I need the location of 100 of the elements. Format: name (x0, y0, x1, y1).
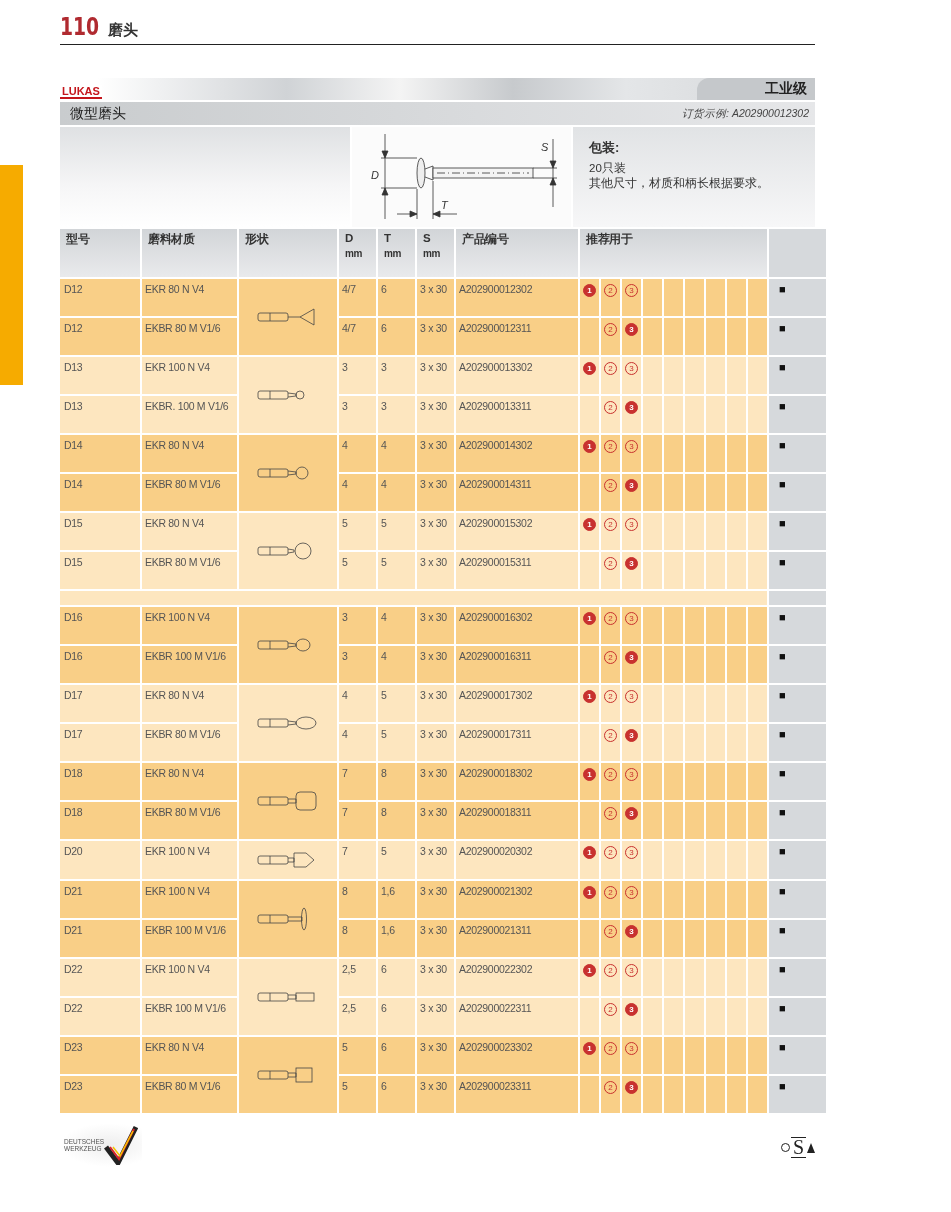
table-cell: EKR 100 N V4 (142, 881, 237, 918)
table-cell: A202900018311 (456, 802, 578, 839)
table-cell (727, 435, 746, 472)
table-cell (706, 841, 725, 879)
table-cell: EKBR 80 M V1/6 (142, 724, 237, 761)
table-cell (643, 1037, 662, 1074)
table-cell: D22 (60, 998, 140, 1035)
rating-mark: 3 (625, 479, 638, 492)
table-cell: A202900018302 (456, 763, 578, 800)
table-cell (685, 435, 704, 472)
table-cell (685, 552, 704, 589)
table-cell (727, 474, 746, 511)
table-cell: EKBR 80 M V1/6 (142, 552, 237, 589)
table-cell: EKR 80 N V4 (142, 1037, 237, 1074)
table-cell (748, 685, 768, 722)
table-cell: ■ (769, 841, 827, 879)
table-cell (664, 841, 683, 879)
table-cell (748, 279, 768, 316)
table-cell: EKBR 100 M V1/6 (142, 646, 237, 683)
table-cell: A202900017302 (456, 685, 578, 722)
brand-logo: LUKAS (60, 85, 102, 99)
dimension-label: S (540, 141, 548, 153)
table-cell (664, 998, 683, 1035)
table-cell: 3 x 30 (417, 435, 454, 472)
column-header: T (384, 232, 392, 244)
table-cell: ■ (769, 552, 827, 589)
table-cell: 3 (339, 396, 376, 433)
table-cell (685, 881, 704, 918)
table-cell (706, 318, 725, 355)
table-cell: D22 (60, 959, 140, 996)
table-cell (727, 279, 746, 316)
table-cell: 4 (378, 607, 415, 644)
table-cell (664, 435, 683, 472)
table-cell: EKBR 80 M V1/6 (142, 1076, 237, 1113)
table-cell (580, 998, 599, 1035)
table-cell: EKBR. 100 M V1/6 (142, 396, 237, 433)
table-cell (727, 802, 746, 839)
table-cell: ■ (769, 435, 827, 472)
table-cell (706, 763, 725, 800)
packaging-note: 20只装 (589, 161, 627, 176)
rating-mark: 1 (583, 964, 596, 977)
table-cell (643, 881, 662, 918)
rating-mark: 3 (625, 651, 638, 664)
table-cell: D20 (60, 841, 140, 879)
table-cell (685, 318, 704, 355)
table-cell (706, 552, 725, 589)
table-cell: D21 (60, 881, 140, 918)
table-cell: 3 (339, 646, 376, 683)
table-cell (748, 959, 768, 996)
table-cell (664, 763, 683, 800)
table-cell (748, 1037, 768, 1074)
mounted-point-drawing (257, 907, 307, 931)
table-cell: 8 (339, 920, 376, 957)
table-cell: 4 (378, 474, 415, 511)
table-cell (664, 396, 683, 433)
table-cell (643, 607, 662, 644)
table-cell (748, 802, 768, 839)
table-cell: EKBR 80 M V1/6 (142, 318, 237, 355)
table-cell (664, 552, 683, 589)
table-cell (685, 607, 704, 644)
table-cell (685, 279, 704, 316)
table-cell: A202900012302 (456, 279, 578, 316)
table-cell: 3 (339, 357, 376, 394)
table-cell: 3 x 30 (417, 920, 454, 957)
table-cell (643, 920, 662, 957)
unit-label: mm (345, 248, 364, 259)
table-cell: 6 (378, 959, 415, 996)
table-cell: A202900021302 (456, 881, 578, 918)
table-cell: D21 (60, 920, 140, 957)
rating-mark: 1 (583, 612, 596, 625)
table-cell (706, 881, 725, 918)
column-header: 型号 (66, 232, 91, 247)
column-header: 推荐用于 (586, 232, 634, 247)
rating-mark: 3 (625, 557, 638, 570)
table-cell: D17 (60, 724, 140, 761)
table-cell: 4 (378, 646, 415, 683)
column-header: S (423, 232, 432, 244)
table-cell: 5 (378, 552, 415, 589)
table-cell: 3 (339, 607, 376, 644)
table-cell (643, 763, 662, 800)
rating-mark: 3 (625, 925, 638, 938)
table-cell (706, 279, 725, 316)
table-cell: A202900020302 (456, 841, 578, 879)
table-cell: EKR 100 N V4 (142, 607, 237, 644)
table-cell (664, 357, 683, 394)
table-cell (706, 435, 725, 472)
table-cell (706, 802, 725, 839)
rating-mark: 1 (583, 690, 596, 703)
table-cell (664, 1037, 683, 1074)
table-cell: D16 (60, 646, 140, 683)
table-cell (727, 920, 746, 957)
table-cell: 4/7 (339, 279, 376, 316)
unit-label: mm (384, 248, 403, 259)
table-cell (748, 841, 768, 879)
table-cell: 3 x 30 (417, 607, 454, 644)
table-cell (706, 998, 725, 1035)
table-cell: A202900016302 (456, 607, 578, 644)
rating-mark: 1 (583, 362, 596, 375)
table-cell: D18 (60, 802, 140, 839)
table-cell (643, 724, 662, 761)
